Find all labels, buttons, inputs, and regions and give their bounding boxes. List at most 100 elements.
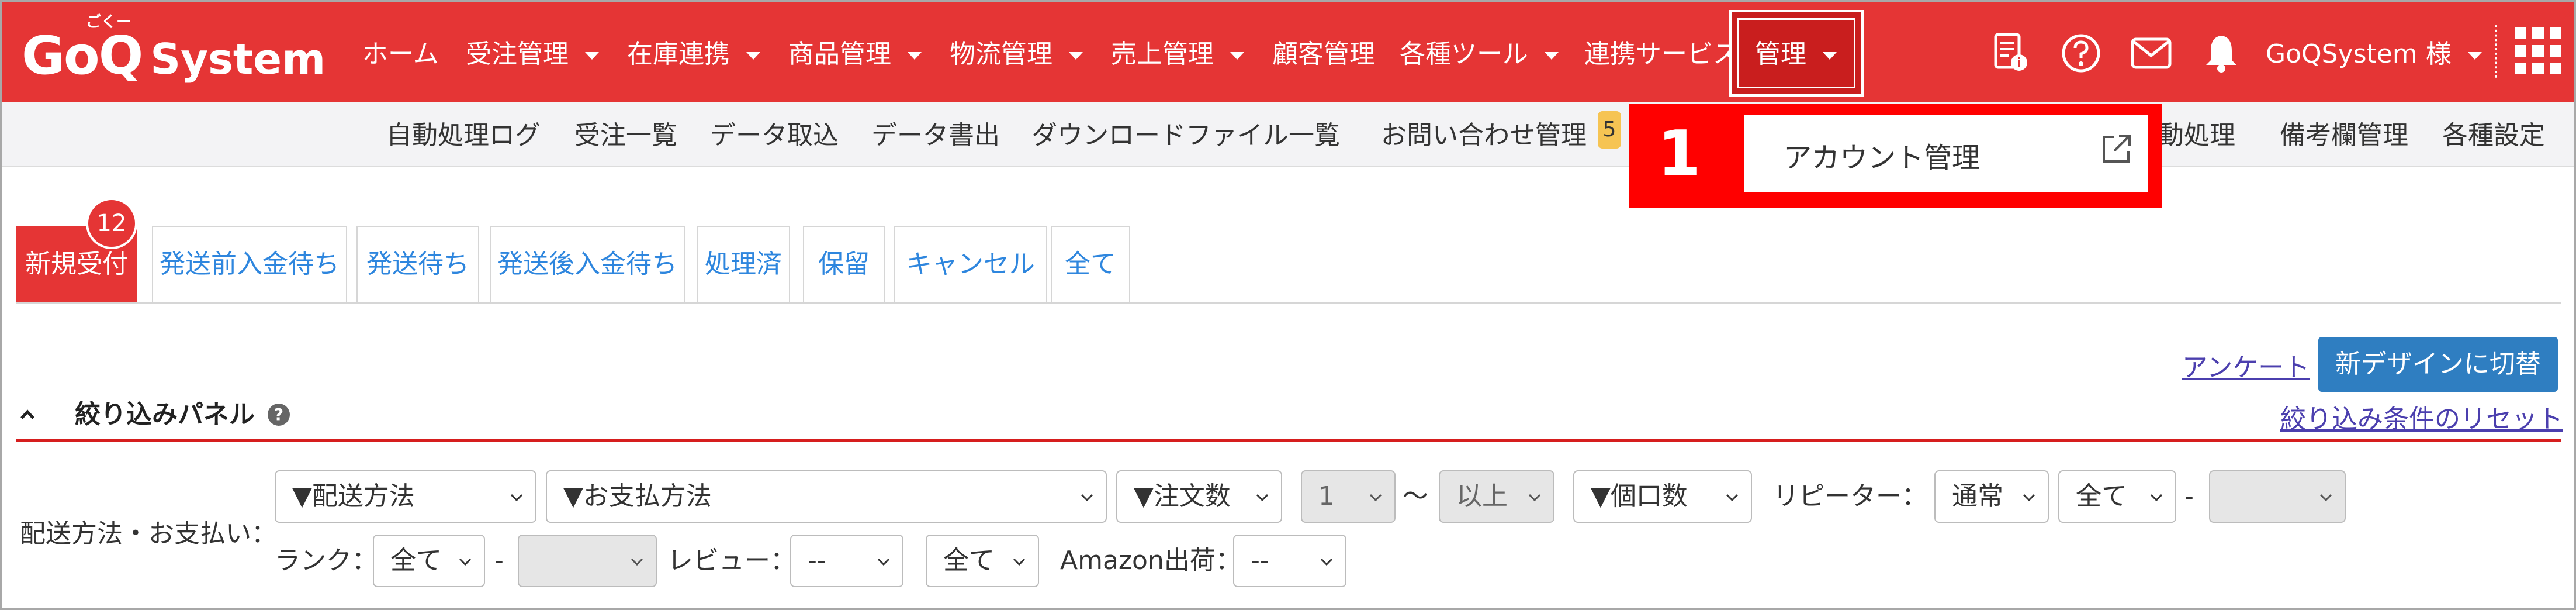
reset-filters-link[interactable]: 絞り込み条件のリセット xyxy=(2280,398,2563,435)
chevron-down-icon xyxy=(2467,51,2482,60)
repeater-label: リピーター： xyxy=(1773,481,1927,511)
nav-order-management[interactable]: 受注管理 xyxy=(466,37,599,72)
review-label: レビュー： xyxy=(667,546,796,575)
tab-cancelled[interactable]: キャンセル xyxy=(894,226,1047,303)
repeater-extra-select[interactable] xyxy=(2209,470,2346,523)
chevron-down-icon xyxy=(1256,494,1269,502)
parcel-count-value: ▼個口数 xyxy=(1591,481,1688,511)
order-count-select[interactable]: ▼注文数 xyxy=(1116,470,1282,523)
rank-label: ランク： xyxy=(275,546,378,575)
subnav-order-list[interactable]: 受注一覧 xyxy=(574,119,677,152)
nav-home[interactable]: ホーム xyxy=(362,37,439,72)
chevron-down-icon xyxy=(1369,494,1382,502)
nav-product-management[interactable]: 商品管理 xyxy=(788,37,922,72)
repeater-type-select[interactable]: 通常 xyxy=(1934,470,2049,523)
nav-tools-label: 各種ツール xyxy=(1400,39,1528,69)
subnav-auto-process[interactable]: 動処理 xyxy=(2158,119,2235,152)
tab-on-hold[interactable]: 保留 xyxy=(803,226,885,303)
chevron-down-icon xyxy=(908,51,922,60)
chevron-down-icon xyxy=(1726,494,1739,502)
subnav-data-export[interactable]: データ書出 xyxy=(871,119,1000,152)
chevron-down-icon xyxy=(877,558,890,566)
nav-integration-label: 連携サービス xyxy=(1584,39,1739,69)
nav-integration-services[interactable]: 連携サービス xyxy=(1584,37,1739,72)
chevron-down-icon xyxy=(459,558,472,566)
chevron-down-icon xyxy=(1013,558,1026,566)
tab-all[interactable]: 全て xyxy=(1051,226,1130,303)
chevron-down-icon xyxy=(2150,494,2163,502)
chevron-down-icon xyxy=(2023,494,2035,502)
review-all-select[interactable]: 全て xyxy=(926,535,1039,587)
chevron-down-icon xyxy=(510,494,523,502)
subnav-download-files[interactable]: ダウンロードファイル一覧 xyxy=(1031,119,1340,152)
subnav-inquiry-management[interactable]: お問い合わせ管理 xyxy=(1381,119,1587,152)
nav-logistics-label: 物流管理 xyxy=(950,39,1052,69)
payment-method-select[interactable]: ▼お支払方法 xyxy=(546,470,1107,523)
tab-awaiting-shipment[interactable]: 発送待ち xyxy=(356,226,479,303)
rank-range-dash: - xyxy=(494,546,504,575)
help-circle-icon[interactable] xyxy=(2059,31,2103,75)
order-count-compare-select[interactable]: 以上 xyxy=(1439,470,1554,523)
rank-select[interactable]: 全て xyxy=(373,535,485,587)
chevron-down-icon xyxy=(1320,558,1333,566)
document-info-icon[interactable] xyxy=(1989,31,2033,75)
new-orders-count-badge: 12 xyxy=(86,198,137,249)
survey-link[interactable]: アンケート xyxy=(2182,346,2310,384)
review-value: -- xyxy=(808,546,826,575)
parcel-count-select[interactable]: ▼個口数 xyxy=(1573,470,1752,523)
amazon-shipping-select[interactable]: -- xyxy=(1233,535,1346,587)
subnav-remarks-management[interactable]: 備考欄管理 xyxy=(2280,119,2408,152)
order-count-number-select[interactable]: 1 xyxy=(1301,470,1396,523)
panel-divider xyxy=(16,439,2561,442)
nav-admin-highlight[interactable]: 管理 xyxy=(1729,10,1864,97)
account-management-item[interactable]: アカウント管理 xyxy=(1784,135,1980,175)
payment-method-value: ▼お支払方法 xyxy=(563,481,712,511)
subnav-settings[interactable]: 各種設定 xyxy=(2442,119,2545,152)
bell-icon[interactable] xyxy=(2199,31,2243,75)
repeater-all-value: 全て xyxy=(2076,481,2127,511)
tab-divider xyxy=(16,302,2561,304)
range-tilde: 〜 xyxy=(1403,481,1428,511)
order-count-compare-value: 以上 xyxy=(1456,481,1508,511)
order-count-value: ▼注文数 xyxy=(1134,481,1231,511)
chevron-up-icon[interactable] xyxy=(20,407,35,422)
tab-processed[interactable]: 処理済 xyxy=(697,226,790,303)
help-icon[interactable]: ? xyxy=(268,404,290,426)
filter-panel-title[interactable]: 絞り込みパネル xyxy=(75,394,255,435)
chevron-down-icon xyxy=(1545,51,1559,60)
tab-awaiting-prepayment[interactable]: 発送前入金待ち xyxy=(152,226,347,303)
nav-sales-label: 売上管理 xyxy=(1111,39,1214,69)
nav-admin-label: 管理 xyxy=(1755,39,1806,69)
nav-logistics-management[interactable]: 物流管理 xyxy=(950,37,1083,72)
nav-sales-management[interactable]: 売上管理 xyxy=(1111,37,1244,72)
nav-inventory-sync[interactable]: 在庫連携 xyxy=(627,37,760,72)
tab-awaiting-postpayment[interactable]: 発送後入金待ち xyxy=(490,226,685,303)
nav-divider xyxy=(2495,25,2499,78)
nav-product-label: 商品管理 xyxy=(788,39,891,69)
mail-icon[interactable] xyxy=(2129,31,2173,75)
rank-extra-select[interactable] xyxy=(518,535,657,587)
inquiry-count-badge: 5 xyxy=(1598,111,1621,149)
nav-customer-management[interactable]: 顧客管理 xyxy=(1272,37,1375,72)
range-dash: - xyxy=(2184,481,2194,511)
repeater-all-select[interactable]: 全て xyxy=(2058,470,2176,523)
nav-tools[interactable]: 各種ツール xyxy=(1400,37,1559,72)
user-menu[interactable]: GoQSystem 様 xyxy=(2266,37,2482,72)
chevron-down-icon xyxy=(585,51,599,60)
shipping-method-select[interactable]: ▼配送方法 xyxy=(275,470,536,523)
app-grid-icon[interactable] xyxy=(2515,27,2561,74)
subnav-auto-process-log[interactable]: 自動処理ログ xyxy=(386,119,541,152)
review-select[interactable]: -- xyxy=(790,535,903,587)
subnav-data-import[interactable]: データ取込 xyxy=(710,119,839,152)
nav-admin[interactable]: 管理 xyxy=(1755,37,1837,72)
review-all-value: 全て xyxy=(943,546,995,575)
amazon-shipping-value: -- xyxy=(1251,546,1269,575)
nav-customer-label: 顧客管理 xyxy=(1272,39,1375,69)
top-navbar: ごくー GoQ System ホーム 受注管理 在庫連携 商品管理 物流管理 売上… xyxy=(2,2,2574,102)
chevron-down-icon xyxy=(746,51,760,60)
goq-logo[interactable]: ごくー GoQ System xyxy=(22,13,326,87)
sub-navbar: 自動処理ログ 受注一覧 データ取込 データ書出 ダウンロードファイル一覧 お問い… xyxy=(2,102,2574,167)
external-link-icon[interactable] xyxy=(2099,132,2133,166)
chevron-down-icon xyxy=(1081,494,1093,502)
switch-design-button[interactable]: 新デザインに切替 xyxy=(2318,337,2558,392)
